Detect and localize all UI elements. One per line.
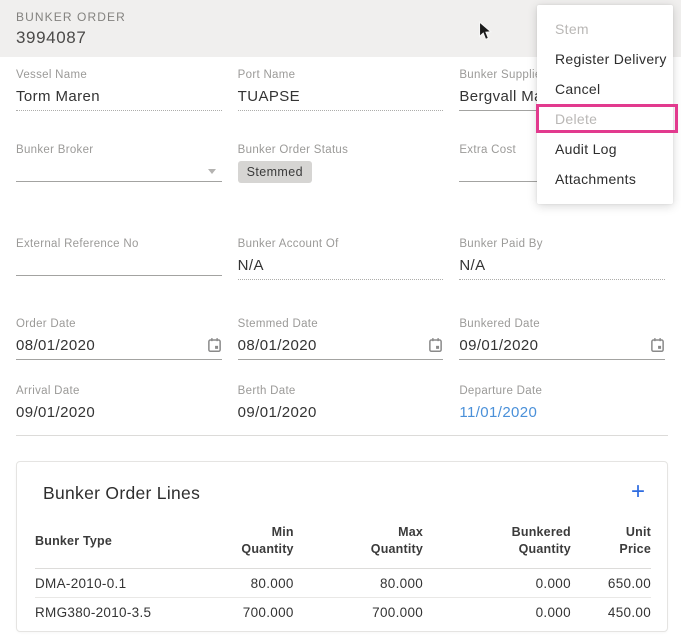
cell-bunker-type: DMA-2010-0.1 xyxy=(35,569,220,598)
bunkered-date-input[interactable]: 09/01/2020 xyxy=(459,337,665,360)
field-external-reference-no: External Reference No xyxy=(16,238,222,280)
status-cell: Stemmed xyxy=(238,163,444,188)
bunker-paid-by-value: N/A xyxy=(459,257,665,280)
cell-bunkered-quantity: 0.000 xyxy=(423,569,571,598)
field-stemmed-date: Stemmed Date 08/01/2020 xyxy=(238,318,444,360)
field-arrival-date: Arrival Date 09/01/2020 xyxy=(16,385,222,426)
external-reference-no-input[interactable] xyxy=(16,257,222,276)
vessel-name-label: Vessel Name xyxy=(16,69,222,81)
port-name-value: TUAPSE xyxy=(238,88,444,111)
cell-min-quantity: 700.000 xyxy=(220,598,294,627)
bunker-broker-select[interactable] xyxy=(16,163,222,182)
bunker-account-of-value: N/A xyxy=(238,257,444,280)
col-max-quantity: MaxQuantity xyxy=(294,518,423,569)
menu-item-cancel[interactable]: Cancel xyxy=(537,74,673,104)
vessel-name-value: Torm Maren xyxy=(16,88,222,111)
field-port-name: Port Name TUAPSE xyxy=(238,69,444,111)
calendar-icon[interactable] xyxy=(207,337,222,353)
arrival-date-value: 09/01/2020 xyxy=(16,404,222,426)
stemmed-date-input[interactable]: 08/01/2020 xyxy=(238,337,444,360)
table-row[interactable]: DMA-2010-0.1 80.000 80.000 0.000 650.00 xyxy=(35,569,651,598)
col-min-quantity: MinQuantity xyxy=(220,518,294,569)
table-row[interactable]: RMG380-2010-3.5 700.000 700.000 0.000 45… xyxy=(35,598,651,627)
col-unit-price: UnitPrice xyxy=(571,518,651,569)
bunker-account-of-label: Bunker Account Of xyxy=(238,238,444,250)
cell-min-quantity: 80.000 xyxy=(220,569,294,598)
status-badge: Stemmed xyxy=(238,161,312,183)
chevron-down-icon xyxy=(208,169,216,174)
cell-max-quantity: 80.000 xyxy=(294,569,423,598)
context-menu: Stem Register Delivery Cancel Delete Aud… xyxy=(537,5,673,204)
field-bunker-order-status: Bunker Order Status Stemmed xyxy=(238,144,444,188)
bunker-broker-label: Bunker Broker xyxy=(16,144,222,156)
menu-item-stem: Stem xyxy=(537,14,673,44)
add-order-line-button[interactable]: + xyxy=(631,480,645,504)
order-date-input[interactable]: 08/01/2020 xyxy=(16,337,222,360)
field-vessel-name: Vessel Name Torm Maren xyxy=(16,69,222,111)
col-bunkered-quantity: BunkeredQuantity xyxy=(423,518,571,569)
menu-item-attachments[interactable]: Attachments xyxy=(537,164,673,194)
bunker-order-lines-title: Bunker Order Lines xyxy=(43,483,200,503)
berth-date-value: 09/01/2020 xyxy=(238,404,444,426)
berth-date-label: Berth Date xyxy=(238,385,444,397)
field-bunker-paid-by: Bunker Paid By N/A xyxy=(459,238,665,280)
calendar-icon[interactable] xyxy=(428,337,443,353)
bunker-order-status-label: Bunker Order Status xyxy=(238,144,444,156)
section-divider xyxy=(16,435,668,436)
field-berth-date: Berth Date 09/01/2020 xyxy=(238,385,444,426)
mouse-cursor xyxy=(478,21,493,42)
bunker-order-lines-card: Bunker Order Lines + Bunker Type MinQuan… xyxy=(16,461,668,632)
col-bunker-type: Bunker Type xyxy=(35,518,220,569)
cell-unit-price: 650.00 xyxy=(571,569,651,598)
field-departure-date: Departure Date 11/01/2020 xyxy=(459,385,665,426)
field-bunkered-date: Bunkered Date 09/01/2020 xyxy=(459,318,665,360)
cell-bunkered-quantity: 0.000 xyxy=(423,598,571,627)
table-header-row: Bunker Type MinQuantity MaxQuantity Bunk… xyxy=(35,518,651,569)
calendar-icon[interactable] xyxy=(650,337,665,353)
menu-item-register-delivery[interactable]: Register Delivery xyxy=(537,44,673,74)
field-bunker-account-of: Bunker Account Of N/A xyxy=(238,238,444,280)
cell-unit-price: 450.00 xyxy=(571,598,651,627)
bunker-paid-by-label: Bunker Paid By xyxy=(459,238,665,250)
field-bunker-broker: Bunker Broker xyxy=(16,144,222,188)
order-lines-table: Bunker Type MinQuantity MaxQuantity Bunk… xyxy=(35,518,651,627)
order-date-label: Order Date xyxy=(16,318,222,330)
arrival-date-label: Arrival Date xyxy=(16,385,222,397)
menu-item-audit-log[interactable]: Audit Log xyxy=(537,134,673,164)
port-name-label: Port Name xyxy=(238,69,444,81)
menu-item-delete: Delete xyxy=(537,104,673,134)
stemmed-date-label: Stemmed Date xyxy=(238,318,444,330)
departure-date-link[interactable]: 11/01/2020 xyxy=(459,404,665,426)
bunkered-date-label: Bunkered Date xyxy=(459,318,665,330)
field-order-date: Order Date 08/01/2020 xyxy=(16,318,222,360)
departure-date-label: Departure Date xyxy=(459,385,665,397)
external-reference-no-label: External Reference No xyxy=(16,238,222,250)
cell-max-quantity: 700.000 xyxy=(294,598,423,627)
cell-bunker-type: RMG380-2010-3.5 xyxy=(35,598,220,627)
